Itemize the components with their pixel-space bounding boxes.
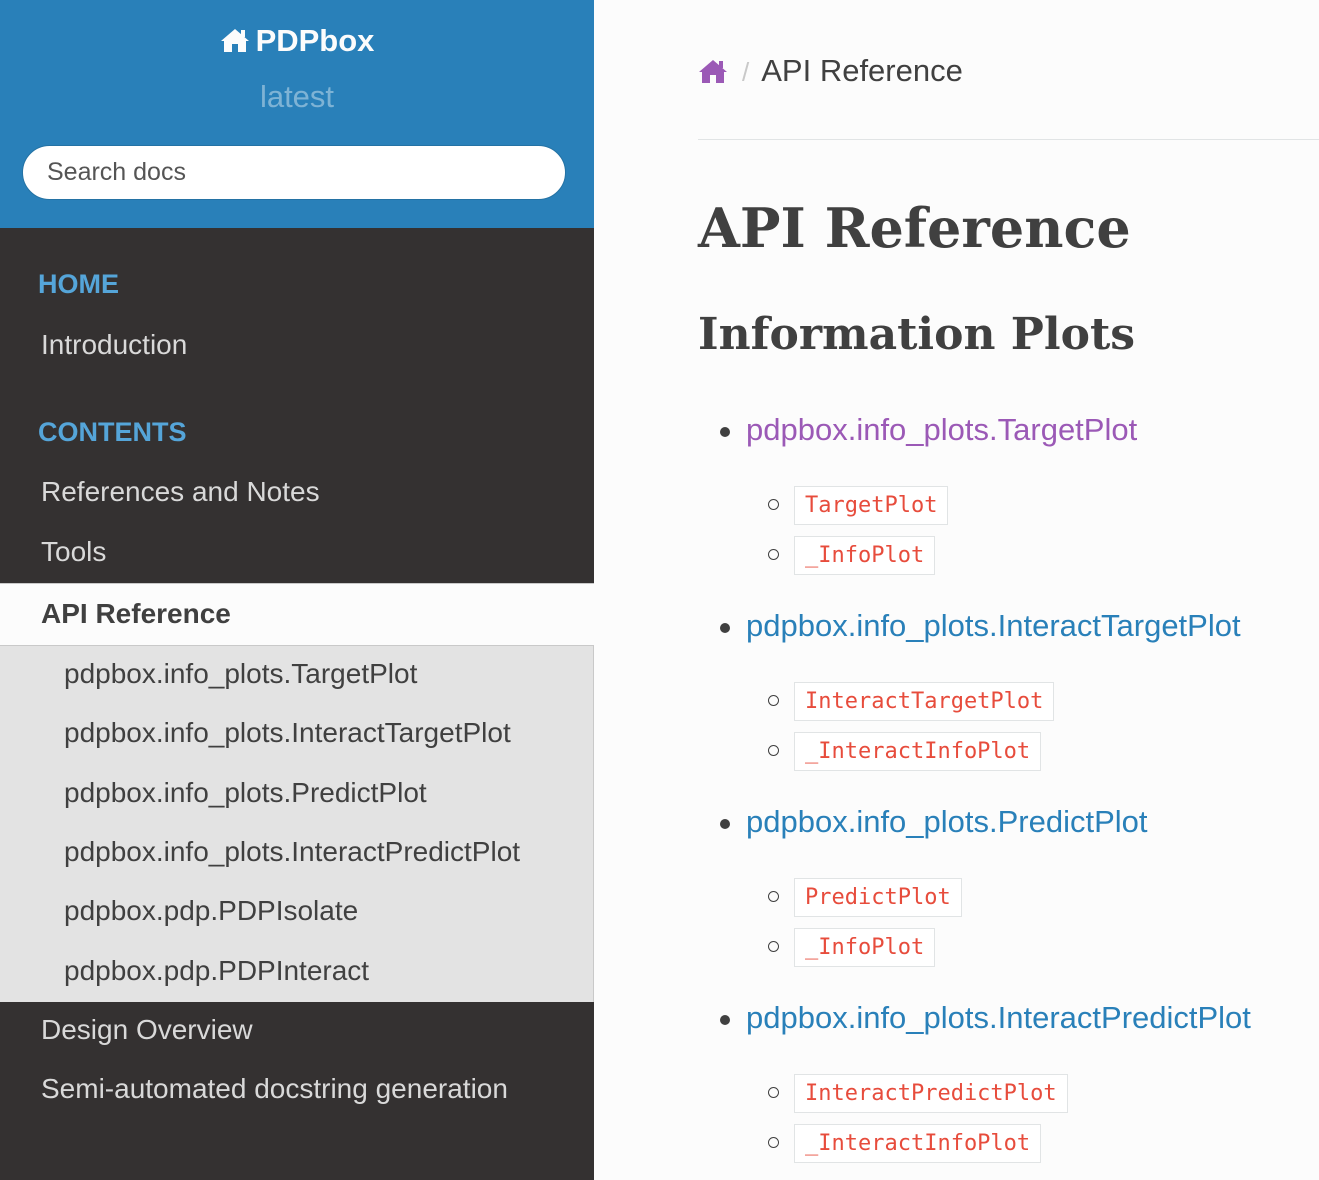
circle-bullet-icon (768, 549, 779, 560)
module-link-predictplot[interactable]: pdpbox.info_plots.PredictPlot (746, 802, 1148, 842)
sidebar-header: PDPbox latest (0, 0, 594, 228)
circle-bullet-icon (768, 745, 779, 756)
module-link-interactpredictplot[interactable]: pdpbox.info_plots.InteractPredictPlot (746, 998, 1251, 1038)
sidebar-subitem-targetplot[interactable]: pdpbox.info_plots.TargetPlot (0, 644, 592, 703)
circle-bullet-icon (768, 1087, 779, 1098)
section-title: Information Plots (698, 309, 1136, 360)
class-link-predictplot[interactable]: PredictPlot (794, 878, 962, 917)
circle-bullet-icon (768, 695, 779, 706)
class-link-interactinfoplot[interactable]: _InteractInfoPlot (794, 732, 1042, 771)
bullet-icon (720, 623, 730, 633)
module-link-interacttargetplot[interactable]: pdpbox.info_plots.InteractTargetPlot (746, 606, 1241, 646)
sidebar-subitem-interacttargetplot[interactable]: pdpbox.info_plots.InteractTargetPlot (0, 703, 592, 762)
class-link-interactpredictplot[interactable]: InteractPredictPlot (794, 1074, 1068, 1113)
sidebar-subitem-interactpredictplot[interactable]: pdpbox.info_plots.InteractPredictPlot (0, 822, 592, 881)
sidebar: PDPbox latest HOME Introduction CONTENTS… (0, 0, 594, 1180)
caption-contents: CONTENTS (38, 417, 187, 447)
circle-bullet-icon (768, 1137, 779, 1148)
sidebar-item-tools[interactable]: Tools (0, 522, 594, 581)
brand-link[interactable]: PDPbox (0, 20, 594, 64)
circle-bullet-icon (768, 499, 779, 510)
sidebar-item-design-overview[interactable]: Design Overview (0, 1000, 594, 1059)
sidebar-item-api-reference[interactable]: API Reference (0, 583, 594, 646)
bullet-icon (720, 427, 730, 437)
home-icon[interactable] (698, 53, 728, 95)
bullet-icon (720, 819, 730, 829)
class-link-targetplot[interactable]: TargetPlot (794, 486, 949, 525)
sidebar-item-semi-automated-docstring[interactable]: Semi-automated docstring generation (0, 1059, 594, 1118)
class-link-infoplot-2[interactable]: _InfoPlot (794, 928, 936, 967)
bullet-icon (720, 1015, 730, 1025)
circle-bullet-icon (768, 891, 779, 902)
caption-home: HOME (38, 269, 119, 299)
brand-name: PDPbox (255, 23, 375, 58)
breadcrumb-separator: / (742, 57, 750, 87)
sidebar-subitem-pdpisolate[interactable]: pdpbox.pdp.PDPIsolate (0, 881, 592, 940)
breadcrumb-divider (698, 139, 1319, 140)
search-input[interactable] (22, 145, 566, 200)
sidebar-sublist: pdpbox.info_plots.TargetPlot pdpbox.info… (0, 646, 594, 1002)
module-link-targetplot[interactable]: pdpbox.info_plots.TargetPlot (746, 410, 1137, 450)
sidebar-subitem-pdpinteract[interactable]: pdpbox.pdp.PDPInteract (0, 941, 592, 1000)
sidebar-item-introduction[interactable]: Introduction (0, 315, 594, 374)
main-content: / API Reference API Reference Information… (594, 0, 1319, 1180)
sidebar-item-references-and-notes[interactable]: References and Notes (0, 462, 594, 521)
page-title: API Reference (698, 196, 1131, 260)
breadcrumb: / API Reference (698, 50, 963, 92)
sidebar-subitem-predictplot[interactable]: pdpbox.info_plots.PredictPlot (0, 763, 592, 822)
class-link-interacttargetplot[interactable]: InteractTargetPlot (794, 682, 1055, 721)
circle-bullet-icon (768, 941, 779, 952)
breadcrumb-current: API Reference (761, 53, 963, 88)
class-link-interactinfoplot-2[interactable]: _InteractInfoPlot (794, 1124, 1042, 1163)
version-label: latest (259, 79, 335, 114)
home-icon (220, 22, 250, 64)
class-link-infoplot[interactable]: _InfoPlot (794, 536, 936, 575)
